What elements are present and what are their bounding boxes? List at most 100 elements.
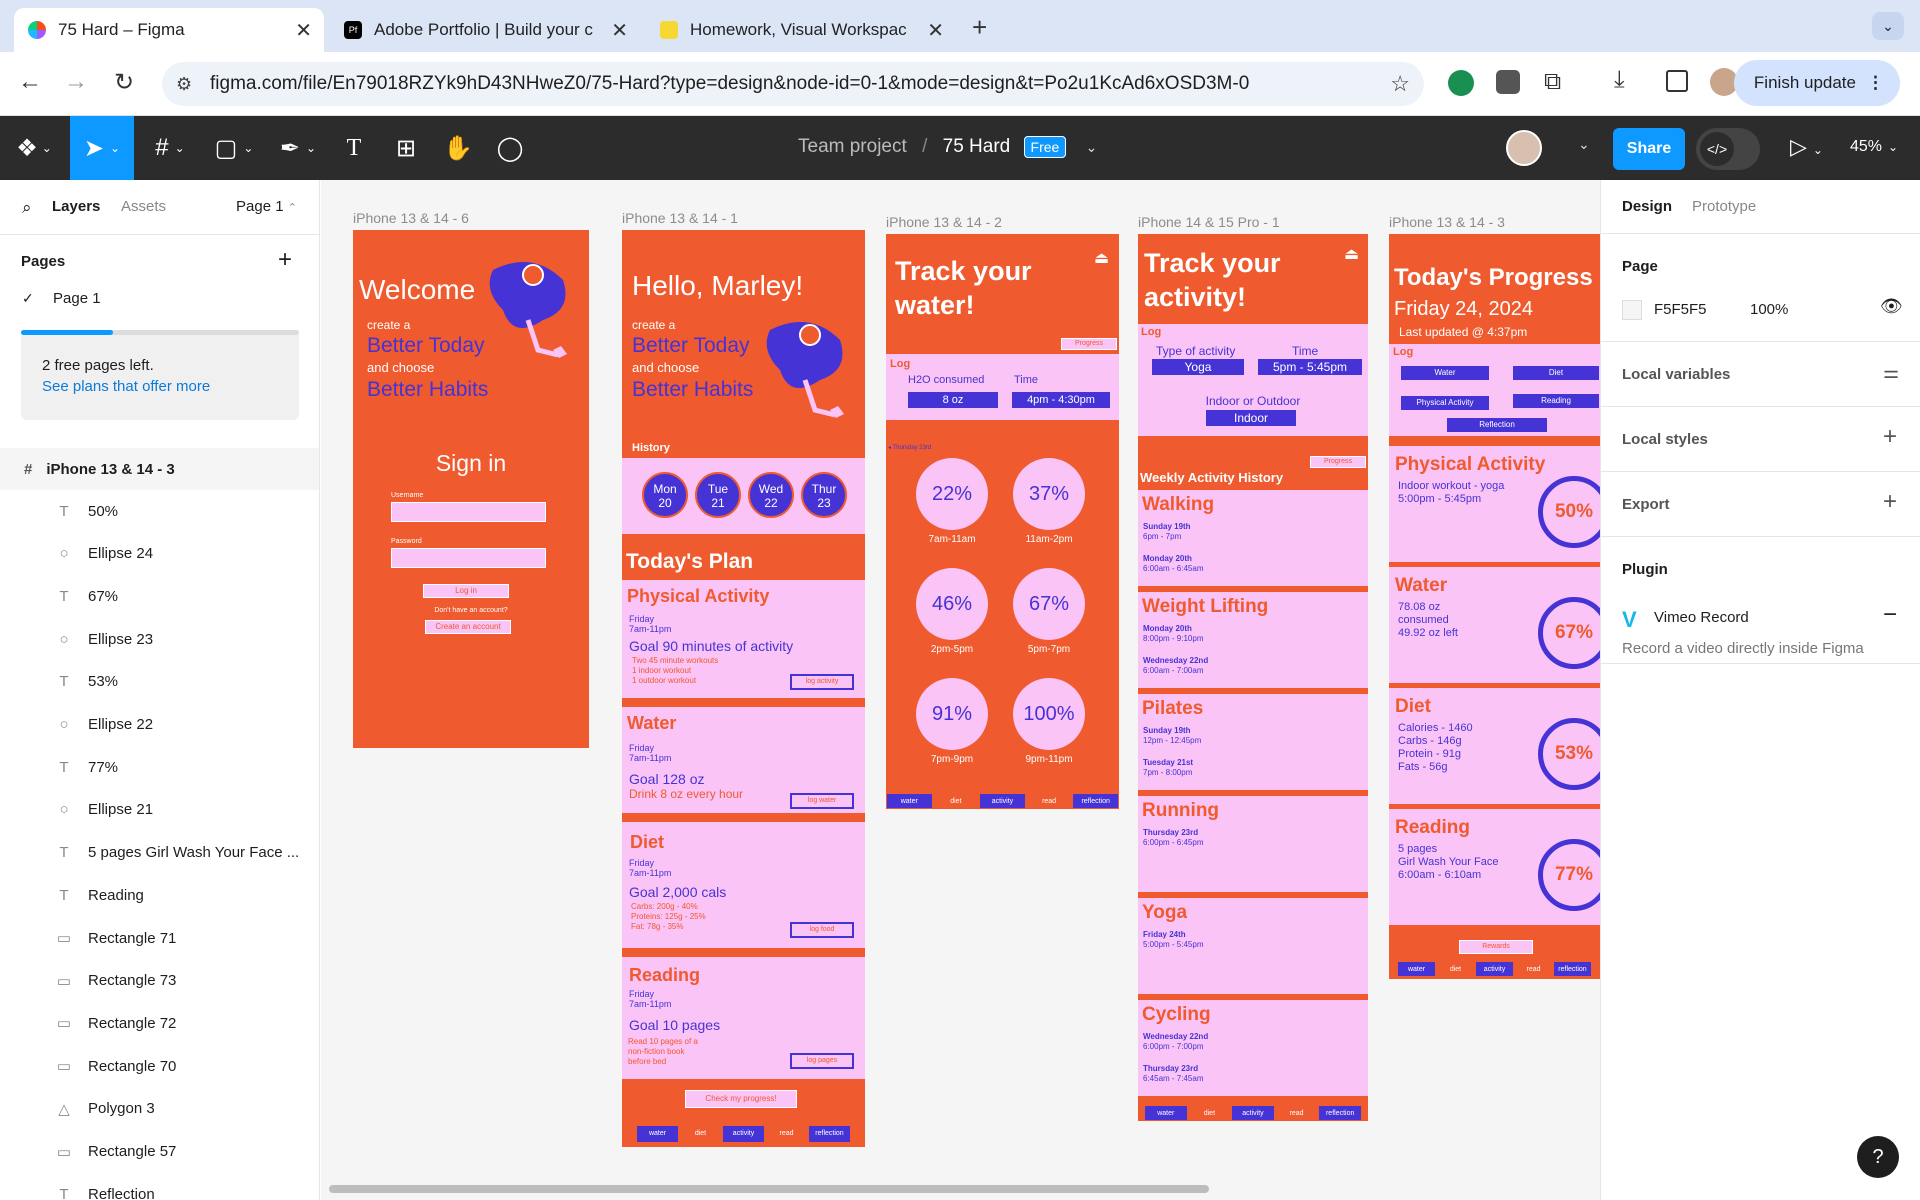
nav-item-activity[interactable]: activity — [980, 794, 1025, 808]
remove-plugin-icon[interactable]: − — [1883, 601, 1897, 629]
close-icon[interactable]: ✕ — [295, 18, 312, 43]
layer-item[interactable]: T 67% — [0, 575, 319, 617]
layer-item[interactable]: T Reading — [0, 874, 319, 916]
nav-item-diet[interactable]: diet — [1188, 1106, 1231, 1120]
layer-item[interactable]: ○ Ellipse 22 — [0, 704, 319, 746]
nav-item-water[interactable]: water — [1398, 962, 1435, 976]
extension-icon[interactable] — [1448, 70, 1474, 96]
tab-list-chevron-icon[interactable]: ⌄ — [1872, 12, 1904, 40]
side-panel-icon[interactable] — [1666, 70, 1688, 92]
pen-tool-icon[interactable]: ✒ ⌄ — [272, 116, 324, 180]
nav-item-water[interactable]: water — [637, 1126, 678, 1142]
history-day[interactable]: Mon 20 — [642, 472, 688, 518]
back-icon[interactable]: ← — [14, 68, 46, 96]
frame-tool-icon[interactable]: # ⌄ — [144, 116, 196, 180]
layer-item[interactable]: T 50% — [0, 490, 319, 532]
eye-icon[interactable]: 👁 — [1880, 296, 1903, 317]
progress-button[interactable]: Progress — [1061, 338, 1117, 350]
frame-label[interactable]: iPhone 13 & 14 - 6 — [353, 210, 469, 226]
frame-label[interactable]: iPhone 14 & 15 Pro - 1 — [1138, 214, 1280, 230]
password-field[interactable] — [391, 548, 546, 568]
nav-item-diet[interactable]: diet — [680, 1126, 721, 1142]
check-progress-button[interactable]: Check my progress! — [685, 1090, 797, 1108]
bookmark-star-icon[interactable]: ☆ — [1390, 62, 1410, 106]
site-info-icon[interactable]: ⚙ — [176, 62, 192, 106]
nav-item-activity[interactable]: activity — [1232, 1106, 1274, 1120]
close-icon[interactable]: ✕ — [927, 18, 944, 43]
indoor-outdoor-value[interactable]: Indoor — [1206, 410, 1296, 426]
resources-icon[interactable]: ⊞ — [386, 116, 426, 180]
layer-item[interactable]: ▭ Rectangle 73 — [0, 960, 319, 1002]
history-day[interactable]: Thur 23 — [801, 472, 847, 518]
share-button[interactable]: Share — [1613, 128, 1685, 170]
day-selector[interactable]: ◂ Thursday 23rd — [888, 444, 931, 451]
username-field[interactable] — [391, 502, 546, 522]
layer-item[interactable]: T 5 pages Girl Wash Your Face ... — [0, 832, 319, 874]
time-value[interactable]: 4pm - 4:30pm — [1012, 392, 1110, 408]
reload-icon[interactable]: ↻ — [108, 68, 140, 97]
layer-item[interactable]: ▭ Rectangle 70 — [0, 1045, 319, 1087]
download-icon[interactable]: ⤓ — [1614, 66, 1625, 94]
nav-item-activity[interactable]: activity — [1476, 962, 1513, 976]
zoom-control[interactable]: 45% ⌄ — [1850, 138, 1898, 156]
add-style-icon[interactable]: + — [1883, 423, 1897, 451]
page-item[interactable]: ✓ Page 1 — [0, 282, 319, 316]
tab-layers[interactable]: Layers — [52, 198, 100, 215]
search-icon[interactable]: ⌕ — [22, 198, 32, 218]
variables-icon[interactable]: ⚌ — [1883, 362, 1899, 383]
collaborator-avatar[interactable] — [1506, 130, 1542, 166]
layer-item[interactable]: ▭ Rectangle 57 — [0, 1131, 319, 1173]
activity-type-value[interactable]: Yoga — [1152, 359, 1244, 375]
log-pages-button[interactable]: log pages — [790, 1053, 854, 1069]
tab-figma[interactable]: 75 Hard – Figma ✕ — [14, 8, 324, 52]
layer-item[interactable]: T 53% — [0, 661, 319, 703]
h2o-value[interactable]: 8 oz — [908, 392, 998, 408]
tab-assets[interactable]: Assets — [121, 198, 166, 215]
dev-mode-toggle[interactable]: </> — [1696, 128, 1760, 170]
nav-item-reflection[interactable]: reflection — [1319, 1106, 1361, 1120]
present-play-icon[interactable]: ▷ ⌄ — [1790, 134, 1823, 160]
page-selector[interactable]: Page 1 ⌃ — [236, 198, 297, 215]
hand-tool-icon[interactable]: ✋ — [438, 116, 478, 180]
layer-item[interactable]: T Reflection — [0, 1173, 319, 1200]
bg-opacity-value[interactable]: 100% — [1750, 301, 1788, 318]
layer-item[interactable]: ○ Ellipse 24 — [0, 533, 319, 575]
log-reading-chip[interactable]: Reading — [1513, 394, 1599, 408]
nav-item-read[interactable]: read — [766, 1126, 807, 1142]
frame-todays-progress[interactable]: Today's Progress Friday 24, 2024 Last up… — [1389, 234, 1600, 979]
comment-tool-icon[interactable]: ◯ — [490, 116, 530, 180]
design-canvas[interactable]: iPhone 13 & 14 - 6 iPhone 13 & 14 - 1 iP… — [321, 180, 1600, 1200]
log-reflection-chip[interactable]: Reflection — [1447, 418, 1547, 432]
tab-homework[interactable]: Homework, Visual Workspac ✕ — [646, 8, 956, 52]
tab-design[interactable]: Design — [1622, 198, 1672, 215]
frame-welcome[interactable]: Welcome create a Better Today and choose… — [353, 230, 589, 748]
nav-item-diet[interactable]: diet — [933, 794, 979, 808]
rewards-button[interactable]: Rewards — [1459, 940, 1533, 954]
frame-track-water[interactable]: Track your water! ⏏ Progress Log H2O con… — [886, 234, 1119, 809]
local-styles-section[interactable]: Local styles + — [1601, 407, 1920, 472]
tab-adobe-portfolio[interactable]: Pf Adobe Portfolio | Build your c ✕ — [330, 8, 640, 52]
log-water-chip[interactable]: Water — [1401, 366, 1489, 380]
forward-icon[interactable]: → — [60, 68, 92, 96]
nav-item-activity[interactable]: activity — [723, 1126, 764, 1142]
main-menu-icon[interactable]: ❖ ⌄ — [8, 116, 60, 180]
layer-item[interactable]: ○ Ellipse 23 — [0, 618, 319, 660]
file-name[interactable]: 75 Hard — [943, 136, 1011, 157]
log-diet-chip[interactable]: Diet — [1513, 366, 1599, 380]
login-button[interactable]: Log in — [423, 584, 509, 598]
extensions-puzzle-icon[interactable]: ⧉ — [1544, 68, 1561, 96]
bg-color-swatch[interactable] — [1622, 300, 1642, 320]
help-button[interactable]: ? — [1857, 1136, 1899, 1178]
new-tab-button[interactable]: + — [972, 12, 987, 43]
add-export-icon[interactable]: + — [1883, 488, 1897, 516]
bg-color-value[interactable]: F5F5F5 — [1654, 301, 1707, 318]
plans-link[interactable]: See plans that offer more — [42, 378, 210, 395]
log-activity-chip[interactable]: Physical Activity — [1401, 396, 1489, 410]
log-activity-button[interactable]: log activity — [790, 674, 854, 690]
nav-item-read[interactable]: read — [1515, 962, 1552, 976]
frame-label[interactable]: iPhone 13 & 14 - 1 — [622, 210, 738, 226]
add-page-icon[interactable]: + — [278, 246, 292, 274]
close-icon[interactable]: ✕ — [611, 18, 628, 43]
project-name[interactable]: Team project — [798, 136, 907, 157]
nav-item-reflection[interactable]: reflection — [809, 1126, 850, 1142]
